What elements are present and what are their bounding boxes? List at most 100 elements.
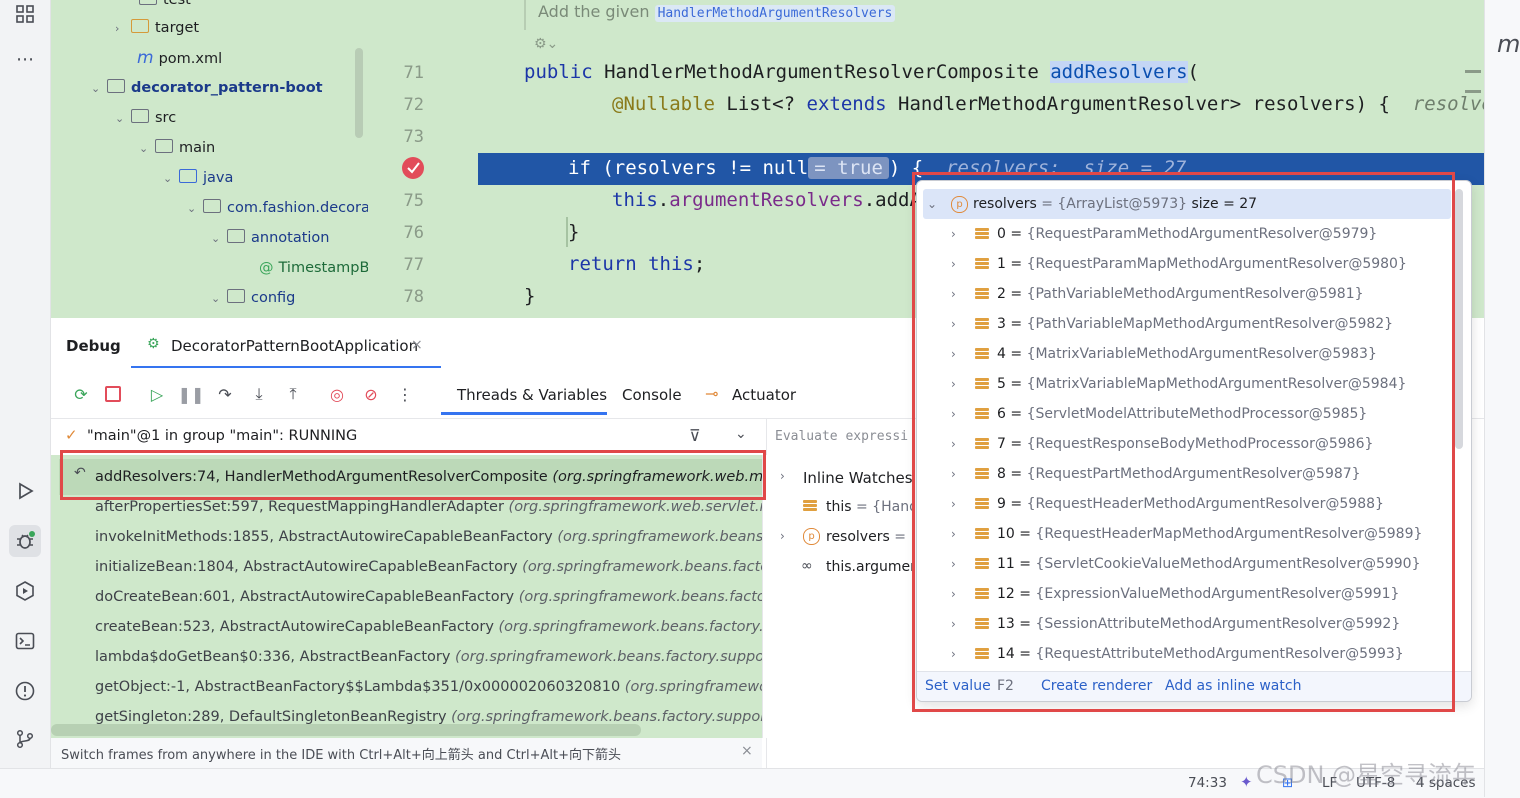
tree-item-annotation[interactable]: ⌄ annotation [211, 223, 329, 253]
tab-console[interactable]: Console [622, 386, 682, 404]
folder-icon [131, 109, 149, 123]
evaluate-input[interactable]: Evaluate expressi [775, 429, 908, 444]
frame-item[interactable]: invokeInitMethods:1855, AbstractAutowire… [95, 522, 822, 552]
chevron-down-icon[interactable]: ⌄ [115, 104, 131, 134]
chevron-right-icon[interactable]: › [115, 14, 131, 44]
code-token: this [648, 253, 694, 275]
line-number: 76 [403, 223, 424, 243]
problems-icon[interactable] [11, 677, 39, 705]
step-into-icon[interactable]: ⤓ [247, 382, 271, 406]
code-token: @Nullable [612, 93, 715, 115]
chevron-down-icon[interactable]: ⌄ [735, 426, 747, 442]
popup-scrollbar[interactable] [1455, 189, 1463, 449]
frame-item[interactable]: createBean:523, AbstractAutowireCapableB… [95, 612, 825, 642]
frames-scrollbar[interactable] [51, 724, 641, 736]
line-number: 77 [403, 255, 424, 275]
frame-package: (org.springframework.beans.factory.suppo… [451, 709, 778, 725]
tree-item-config[interactable]: ⌄ config [211, 283, 295, 313]
chevron-right-icon[interactable]: › [780, 469, 785, 483]
doc-code: HandlerMethodArgumentResolvers [654, 5, 896, 22]
doc-bar [524, 0, 526, 30]
watch-resolvers[interactable]: resolvers = {A [826, 529, 912, 545]
frame-item[interactable]: getObject:-1, AbstractBeanFactory$$Lambd… [95, 672, 831, 702]
more-icon[interactable]: ⋮ [393, 382, 417, 406]
session-tab[interactable]: DecoratorPatternBootApplication [171, 337, 418, 355]
tab-actuator[interactable]: Actuator [732, 386, 796, 404]
code-token: List<? [726, 93, 796, 115]
frame-item[interactable]: initializeBean:1804, AbstractAutowireCap… [95, 552, 822, 582]
line-number: 73 [403, 127, 424, 147]
chevron-down-icon[interactable]: ⌄ [139, 134, 155, 164]
terminal-icon[interactable] [11, 627, 39, 655]
module-icon [107, 79, 125, 93]
chevron-down-icon[interactable]: ⌄ [163, 164, 179, 194]
tree-scrollbar[interactable] [355, 48, 363, 138]
chevron-down-icon[interactable]: ⌄ [187, 194, 203, 224]
step-out-icon[interactable]: ⤒ [281, 382, 305, 406]
line-number: 72 [403, 95, 424, 115]
tree-item-package[interactable]: ⌄ com.fashion.decorat [187, 193, 368, 223]
code-token: ( [1187, 61, 1199, 83]
status-bar: 74:33 ✦ ⊞ LF UTF-8 4 spaces CSDN @星空寻流年 [0, 761, 1484, 798]
close-icon[interactable]: × [411, 337, 423, 353]
tree-item-timestamp[interactable]: @ TimestampBc [259, 253, 368, 283]
tree-item-pom[interactable]: m pom.xml [137, 43, 222, 73]
stop-icon[interactable] [101, 382, 125, 406]
tree-item-java[interactable]: ⌄ java [163, 163, 233, 193]
view-breakpoints-icon[interactable]: ◎ [325, 382, 349, 406]
frame-method: invokeInitMethods:1855, AbstractAutowire… [95, 529, 553, 545]
debug-icon[interactable] [9, 525, 41, 557]
code-token: public [524, 61, 593, 83]
chevron-down-icon[interactable]: ⌄ [91, 74, 107, 104]
structure-icon[interactable] [11, 0, 39, 28]
tree-item-main[interactable]: ⌄ main [139, 133, 215, 163]
filter-icon[interactable]: ⊽ [689, 426, 701, 445]
code-line-72: @Nullable List<? extends HandlerMethodAr… [612, 93, 1484, 115]
package-icon [227, 229, 245, 243]
debug-title: Debug [66, 337, 121, 355]
chevron-down-icon[interactable]: ⌄ [211, 284, 227, 314]
chevron-right-icon[interactable]: › [780, 529, 785, 543]
tab-threads-variables[interactable]: Threads & Variables [457, 386, 607, 404]
ai-assist-icon[interactable]: ⚙⌄ [534, 36, 558, 52]
frame-method: lambda$doGetBean$0:336, AbstractBeanFact… [95, 649, 451, 665]
breakpoint-icon[interactable] [402, 157, 424, 179]
git-icon[interactable] [11, 725, 39, 753]
services-icon[interactable] [11, 577, 39, 605]
inline-value-hint: resolvers [1412, 93, 1484, 115]
highlight-box-frame [60, 450, 766, 500]
more-icon[interactable]: ⋯ [11, 45, 39, 73]
watch-argument[interactable]: this.argumen [826, 559, 912, 575]
chevron-down-icon[interactable]: ⌄ [211, 224, 227, 254]
scroll-marker [1465, 90, 1481, 93]
rerun-icon[interactable]: ⟳ [69, 382, 93, 406]
watch-this[interactable]: this = {Hand [826, 499, 912, 515]
hint-text: Switch frames from anywhere in the IDE w… [61, 748, 622, 763]
watch-glasses-icon: ∞ [801, 558, 813, 574]
code-line-75: this.argumentResolvers.addA [612, 189, 921, 211]
maven-icon: m [137, 48, 154, 68]
plugin-icon[interactable]: ✦ [1240, 773, 1253, 791]
step-over-icon[interactable]: ↷ [213, 382, 237, 406]
actuator-icon: ⊸ [705, 384, 719, 403]
run-icon[interactable] [11, 477, 39, 505]
right-tool-rail: m [1465, 0, 1520, 797]
field-icon [803, 499, 817, 513]
tree-item-src[interactable]: ⌄ src [115, 103, 176, 133]
hint-bar: Switch frames from anywhere in the IDE w… [51, 738, 762, 768]
maven-icon[interactable]: m [1497, 30, 1520, 58]
mute-breakpoints-icon[interactable]: ⊘ [359, 382, 383, 406]
close-icon[interactable]: × [741, 743, 753, 759]
thread-status[interactable]: "main"@1 in group "main": RUNNING [87, 428, 357, 444]
frame-item[interactable]: doCreateBean:601, AbstractAutowireCapabl… [95, 582, 828, 612]
resume-icon[interactable]: ▷ [145, 382, 169, 406]
variables-panel: › Inline Watches this = {Hand › p resolv… [770, 455, 912, 738]
tree-item-target[interactable]: › target [115, 13, 199, 43]
line-number: 78 [403, 287, 424, 307]
tree-item-label: target [155, 20, 200, 36]
pause-icon[interactable]: ❚❚ [178, 382, 205, 406]
code-token: HandlerMethodArgumentResolverComposite [604, 61, 1039, 83]
frame-item[interactable]: lambda$doGetBean$0:336, AbstractBeanFact… [95, 642, 781, 672]
tree-item-module[interactable]: ⌄ decorator_pattern-boot [91, 73, 323, 103]
caret-position[interactable]: 74:33 [1188, 775, 1227, 791]
